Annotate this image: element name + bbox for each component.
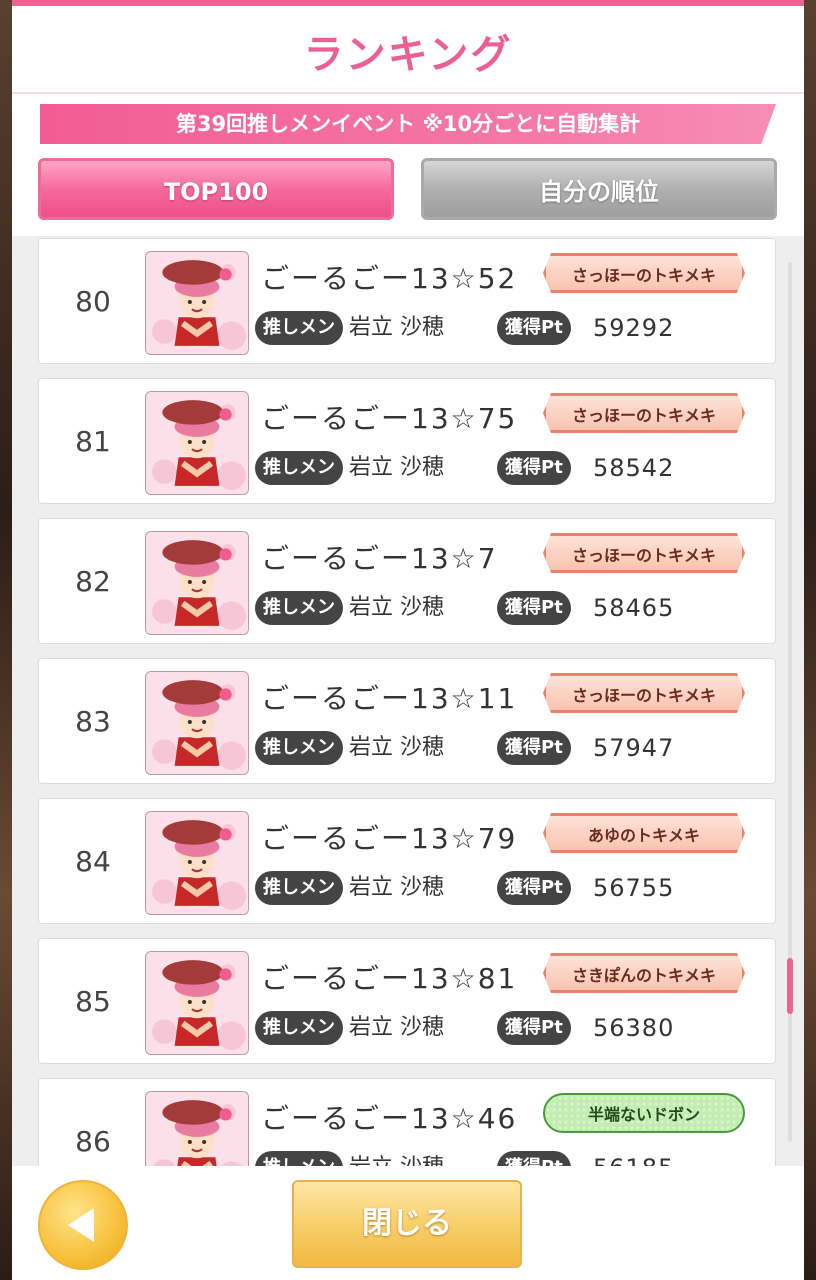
close-button[interactable]: 閉じる	[292, 1180, 522, 1268]
tab-my-rank[interactable]: 自分の順位	[421, 158, 777, 220]
title-badge: あゆのトキメキ	[543, 813, 745, 853]
ranking-row[interactable]: 80 ごーるごー13☆52 さっほーのトキメキ 推しメン 岩立 沙穂 獲得Pt	[38, 238, 776, 364]
title-badge: 半端ないドボン	[543, 1093, 745, 1133]
points-label: 獲得Pt	[497, 311, 571, 345]
top-accent-strip	[12, 0, 804, 6]
points-value: 56755	[593, 874, 675, 902]
player-name: ごーるごー13☆7	[261, 542, 498, 575]
points-value: 59292	[593, 314, 675, 342]
oshi-member-name: 岩立 沙穂	[349, 455, 444, 480]
player-name: ごーるごー13☆52	[261, 262, 518, 295]
oshi-member-name: 岩立 沙穂	[349, 1151, 444, 1166]
event-banner: 第39回推しメンイベント ※10分ごとに自動集計	[40, 104, 776, 144]
ranking-row[interactable]: 82 ごーるごー13☆7 さっほーのトキメキ 推しメン 岩立 沙穂 獲得Pt 5…	[38, 518, 776, 644]
avatar[interactable]	[145, 1091, 249, 1166]
oshi-label: 推しメン	[255, 1011, 343, 1045]
points-label: 獲得Pt	[497, 871, 571, 905]
points-label: 獲得Pt	[497, 1151, 571, 1166]
tab-top100[interactable]: TOP100	[38, 158, 394, 220]
ranking-row[interactable]: 85 ごーるごー13☆81 さきぽんのトキメキ 推しメン 岩立 沙穂 獲得Pt	[38, 938, 776, 1064]
rank-number: 83	[75, 705, 111, 738]
oshi-label: 推しメン	[255, 871, 343, 905]
oshi-member-name: 岩立 沙穂	[349, 875, 444, 900]
oshi-member-name: 岩立 沙穂	[349, 1015, 444, 1040]
oshi-member-name: 岩立 沙穂	[349, 735, 444, 760]
player-name: ごーるごー13☆81	[261, 962, 518, 995]
page-title: ランキング	[303, 32, 513, 78]
rank-number: 80	[75, 285, 111, 318]
title-divider	[12, 92, 804, 94]
ranking-row[interactable]: 83 ごーるごー13☆11 さっほーのトキメキ 推しメン 岩立 沙穂 獲得Pt	[38, 658, 776, 784]
back-arrow-icon	[68, 1208, 94, 1242]
avatar[interactable]	[145, 811, 249, 915]
oshi-member-name: 岩立 沙穂	[349, 315, 444, 340]
points-label: 獲得Pt	[497, 591, 571, 625]
points-label: 獲得Pt	[497, 451, 571, 485]
avatar[interactable]	[145, 251, 249, 355]
background-right	[802, 0, 816, 1280]
footer-bar: 閉じる	[12, 1166, 804, 1280]
rank-number: 82	[75, 565, 111, 598]
player-name: ごーるごー13☆75	[261, 402, 518, 435]
back-button[interactable]	[38, 1180, 128, 1270]
rank-number: 85	[75, 985, 111, 1018]
avatar[interactable]	[145, 531, 249, 635]
scrollbar-thumb[interactable]	[787, 958, 793, 1014]
avatar[interactable]	[145, 671, 249, 775]
title-badge: さっほーのトキメキ	[543, 673, 745, 713]
points-value: 58542	[593, 454, 675, 482]
oshi-member-name: 岩立 沙穂	[349, 595, 444, 620]
player-name: ごーるごー13☆46	[261, 1102, 518, 1135]
avatar[interactable]	[145, 951, 249, 1055]
points-value: 58465	[593, 594, 675, 622]
points-value: 57947	[593, 734, 675, 762]
ranking-panel: ランキング 第39回推しメンイベント ※10分ごとに自動集計 TOP100 自分…	[12, 0, 804, 1280]
rank-number: 81	[75, 425, 111, 458]
player-name: ごーるごー13☆11	[261, 682, 518, 715]
ranking-row[interactable]: 86 ごーるごー13☆46 半端ないドボン 推しメン 岩立 沙穂 獲得Pt	[38, 1078, 776, 1166]
title-badge: さっほーのトキメキ	[543, 533, 745, 573]
points-label: 獲得Pt	[497, 1011, 571, 1045]
oshi-label: 推しメン	[255, 731, 343, 765]
title-badge: さっほーのトキメキ	[543, 253, 745, 293]
oshi-label: 推しメン	[255, 1151, 343, 1166]
oshi-label: 推しメン	[255, 311, 343, 345]
rank-number: 84	[75, 845, 111, 878]
points-value: 56380	[593, 1014, 675, 1042]
avatar[interactable]	[145, 391, 249, 495]
rank-number: 86	[75, 1125, 111, 1158]
player-name: ごーるごー13☆79	[261, 822, 518, 855]
points-label: 獲得Pt	[497, 731, 571, 765]
ranking-row[interactable]: 84 ごーるごー13☆79 あゆのトキメキ 推しメン 岩立 沙穂 獲得Pt 56…	[38, 798, 776, 924]
title-badge: さきぽんのトキメキ	[543, 953, 745, 993]
points-value: 56185	[593, 1151, 674, 1166]
title-badge: さっほーのトキメキ	[543, 393, 745, 433]
oshi-label: 推しメン	[255, 591, 343, 625]
oshi-label: 推しメン	[255, 451, 343, 485]
ranking-list[interactable]: 80 ごーるごー13☆52 さっほーのトキメキ 推しメン 岩立 沙穂 獲得Pt	[12, 236, 804, 1166]
ranking-row[interactable]: 81 ごーるごー13☆75 さっほーのトキメキ 推しメン 岩立 沙穂 獲得Pt	[38, 378, 776, 504]
